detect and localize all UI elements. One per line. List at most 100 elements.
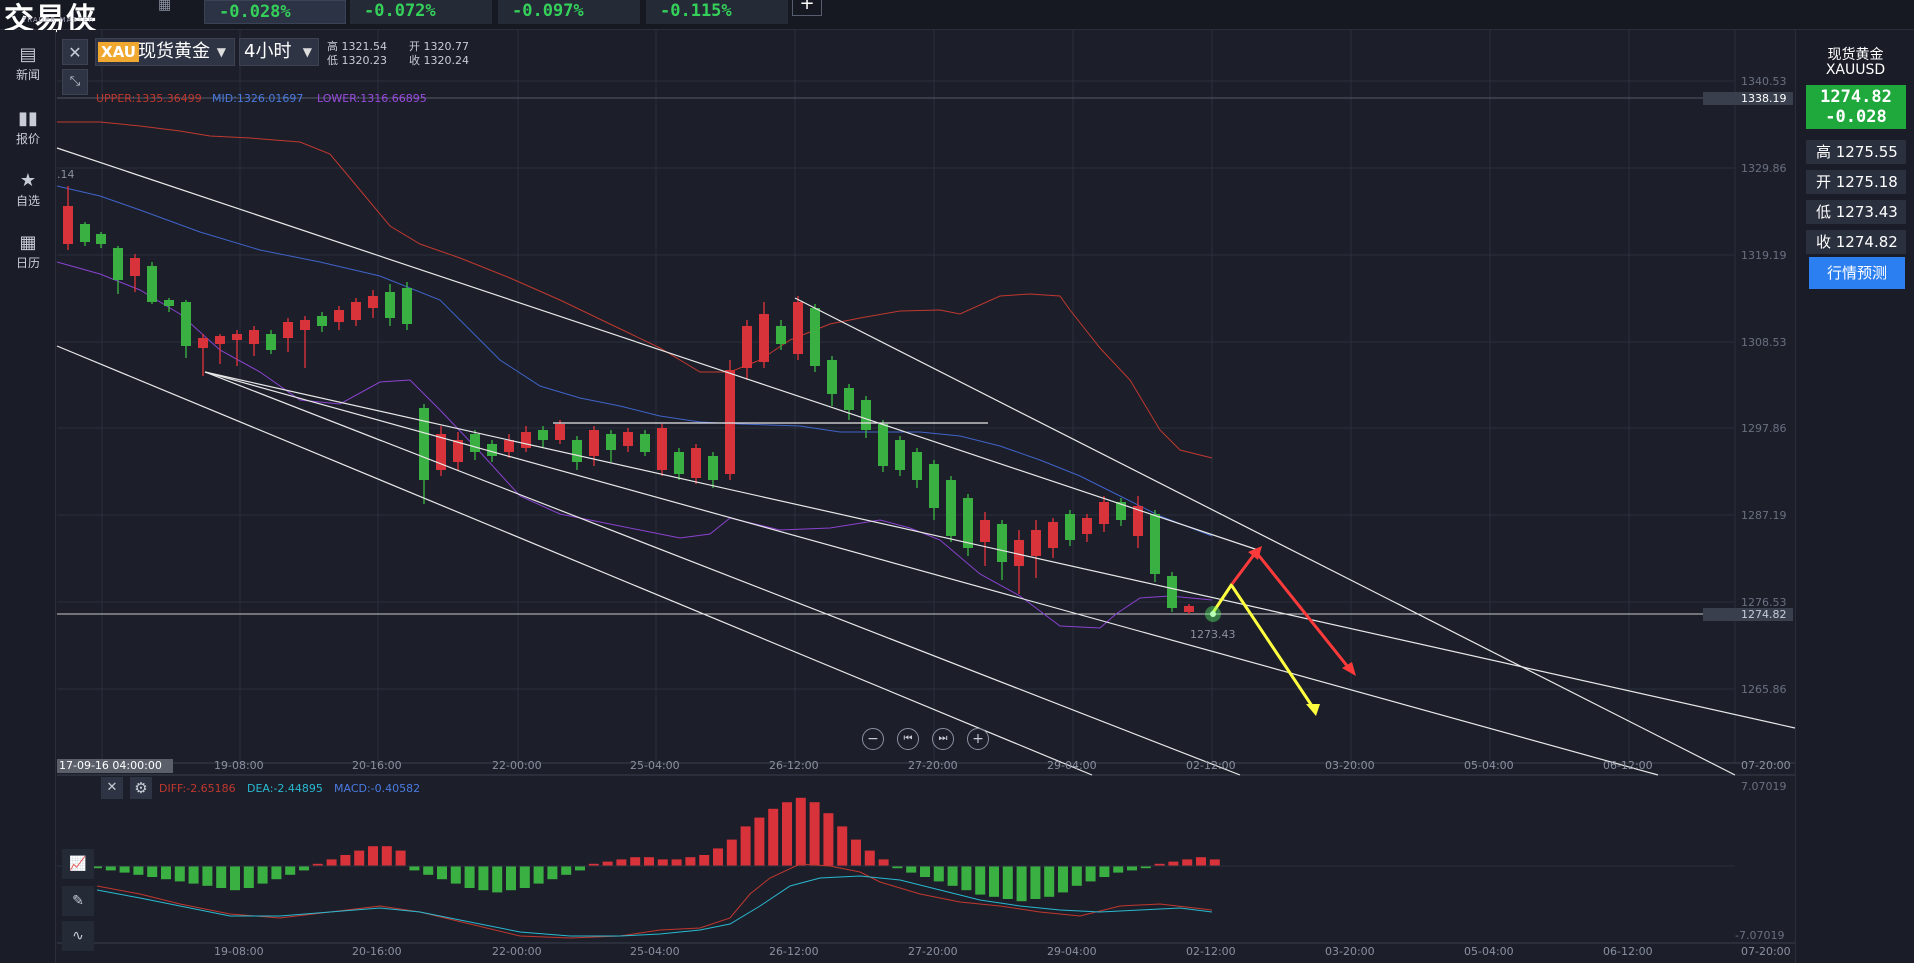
macd-bar <box>947 866 958 886</box>
candle-body <box>946 480 956 536</box>
quote-price-box: 1274.82 -0.028 <box>1806 85 1906 129</box>
macd-bar <box>368 846 378 866</box>
price-tick: 1297.86 <box>1741 422 1787 435</box>
candle-body <box>1048 522 1058 548</box>
macd-bar <box>326 859 337 866</box>
pulse-icon[interactable]: ∿ <box>62 921 94 951</box>
time-start: 17-09-16 04:00:00 <box>57 759 173 773</box>
macd-bar <box>1002 866 1013 899</box>
draw-tool-icon[interactable]: ✎ <box>62 886 94 916</box>
quote-low: 低 1273.43 <box>1806 200 1906 224</box>
gear-icon[interactable]: ⚙ <box>130 777 152 799</box>
candle-body <box>266 334 276 350</box>
close-chart-button[interactable]: ✕ <box>62 39 88 65</box>
candle-body <box>1167 576 1177 608</box>
low-marker: 1273.43 <box>1190 628 1236 641</box>
time-tick: 25-04:00 <box>630 945 680 958</box>
macd-top: 7.07019 <box>1741 780 1787 793</box>
macd-bar <box>644 857 654 866</box>
candle-body <box>708 456 718 480</box>
symbol-select[interactable]: XAU 现货黄金 ▼ <box>95 38 235 66</box>
macd-macd: MACD:-0.40582 <box>334 782 421 795</box>
forecast-button[interactable]: 行情预测 <box>1809 257 1905 289</box>
candle-body <box>147 266 157 302</box>
macd-bar <box>878 859 889 866</box>
zoom-in-button[interactable]: + <box>967 728 989 750</box>
macd-bar <box>381 846 392 866</box>
macd-bar <box>561 866 572 875</box>
time-tick: 06-12:00 <box>1603 759 1653 772</box>
macd-bar <box>271 866 282 880</box>
collapse-button[interactable]: ⤡ <box>62 69 88 95</box>
time-tick: 26-12:00 <box>769 759 819 772</box>
interval-select[interactable]: 4小时 ▼ <box>239 38 319 66</box>
interval-value: 4小时 <box>244 41 292 62</box>
candle-body <box>164 300 174 306</box>
macd-bar <box>423 866 434 875</box>
candle-body <box>1150 514 1160 574</box>
candle-body <box>844 388 854 410</box>
quote-close: 收 1274.82 <box>1806 230 1906 254</box>
macd-bar <box>630 857 641 866</box>
candle-body <box>793 302 803 354</box>
macd-bar <box>823 813 834 866</box>
macd-bar <box>685 857 696 866</box>
zoom-out-button[interactable]: − <box>862 728 884 750</box>
macd-bar <box>216 866 227 888</box>
macd-bar <box>506 866 516 891</box>
candle-body <box>776 326 786 344</box>
price-tick: 1329.86 <box>1741 162 1787 175</box>
time-tick: 03-20:00 <box>1325 945 1375 958</box>
skip-forward-button[interactable]: ⏭ <box>932 728 954 750</box>
skip-back-button[interactable]: ⏮ <box>897 728 919 750</box>
time-tick: 05-04:00 <box>1464 759 1514 772</box>
macd-bar <box>202 866 213 886</box>
macd-bar <box>575 866 585 871</box>
macd-bar <box>740 826 751 866</box>
macd-bar <box>147 866 158 877</box>
quote-high: 高 1275.55 <box>1806 140 1906 164</box>
price-marker-current: 1274.82 <box>1703 608 1793 621</box>
boll-mid: MID:1326.01697 <box>212 92 304 105</box>
candle-body <box>334 310 344 322</box>
macd-bar <box>395 850 406 866</box>
candle-body <box>623 432 633 446</box>
macd-bar <box>1196 857 1206 866</box>
quote-price: 1274.82 <box>1820 87 1892 107</box>
candle-body <box>402 288 412 324</box>
candle-body <box>521 432 531 448</box>
macd-bar <box>795 797 806 866</box>
time-tick: 27-20:00 <box>908 945 958 958</box>
close-macd-button[interactable]: ✕ <box>101 777 123 799</box>
candle-body <box>368 296 378 308</box>
candle-body <box>1184 606 1194 612</box>
quote-code: XAUUSD <box>1825 62 1886 78</box>
macd-bar <box>851 839 861 866</box>
candle-body <box>674 452 684 474</box>
indicator-icon[interactable]: 📈 <box>62 849 94 879</box>
macd-bar <box>492 866 503 893</box>
macd-bar <box>1044 866 1055 897</box>
time-tick: 02-12:00 <box>1186 759 1236 772</box>
quote-panel: 现货黄金 XAUUSD 1274.82 -0.028 高 1275.55 开 1… <box>1795 30 1914 963</box>
macd-bar <box>989 866 999 897</box>
candle-body <box>470 434 480 452</box>
macd-bar <box>354 850 365 866</box>
macd-bar <box>285 866 296 875</box>
macd-bar <box>1071 866 1082 886</box>
macd-bar <box>257 866 268 884</box>
macd-bar <box>478 866 489 891</box>
time-tick: 22-00:00 <box>492 945 542 958</box>
candle-body <box>130 258 140 276</box>
ohlc-open: 开 1320.77 <box>409 40 469 53</box>
price-marker-top: 1338.19 <box>1703 92 1793 105</box>
chart-canvas[interactable] <box>0 0 1795 963</box>
macd-bar <box>768 808 779 866</box>
price-tick: 1308.53 <box>1741 336 1787 349</box>
macd-bar <box>699 855 710 866</box>
macd-bar <box>933 866 944 882</box>
time-tick: 27-20:00 <box>908 759 958 772</box>
time-tick: 05-04:00 <box>1464 945 1514 958</box>
candle-body <box>317 316 327 326</box>
price-tick: 1287.19 <box>1741 509 1787 522</box>
